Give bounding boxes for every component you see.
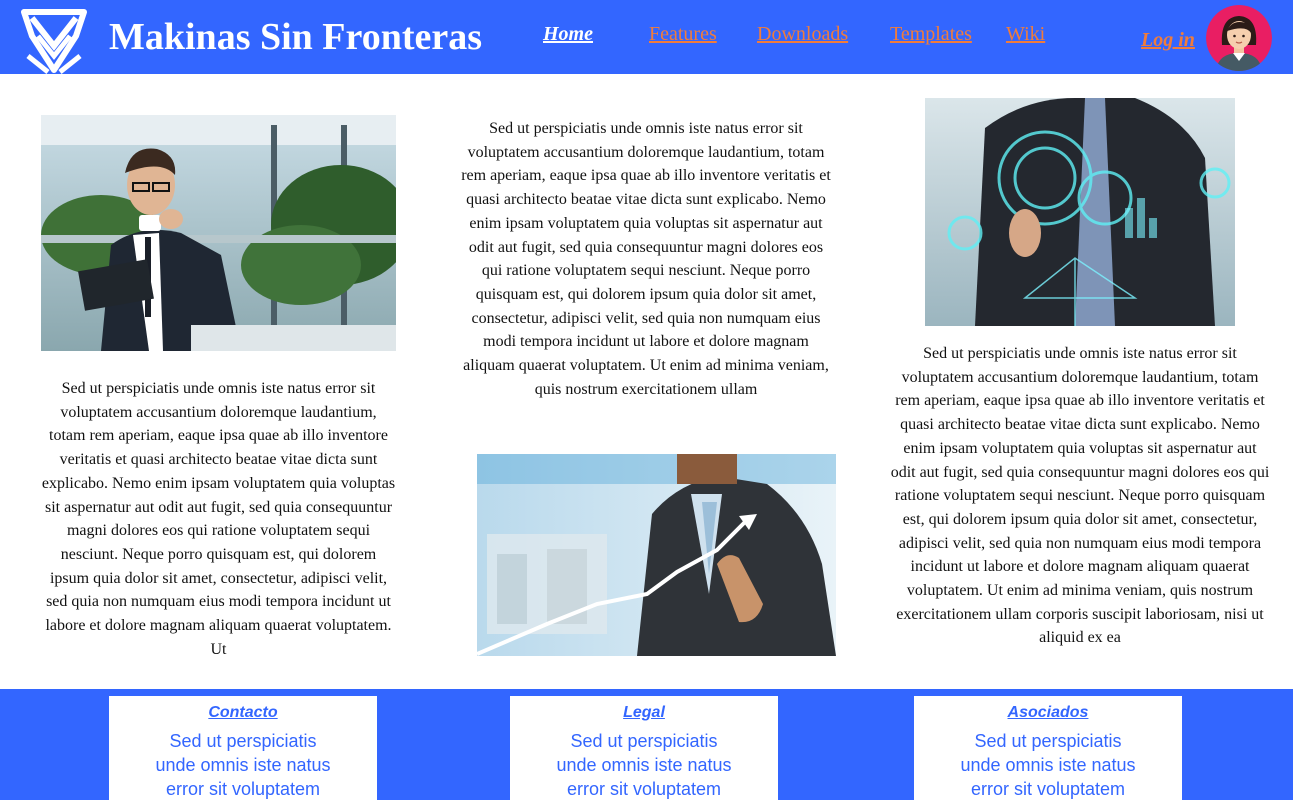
site-footer: Contacto Sed ut perspiciatis unde omnis … [0,689,1293,800]
footer-card-contacto: Contacto Sed ut perspiciatis unde omnis … [109,696,377,800]
footer-legal-link[interactable]: Legal [510,705,778,721]
businessman-coffee-photo [41,115,396,351]
nav-downloads-link[interactable]: Downloads [757,24,848,44]
login-link[interactable]: Log in [1141,30,1195,50]
footer-legal-text: Sed ut perspiciatis unde omnis iste natu… [556,731,732,799]
left-body-text: Sed ut perspiciatis unde omnis iste natu… [41,380,396,658]
nav-home-link[interactable]: Home [543,24,593,44]
nav-templates-link[interactable]: Templates [890,24,972,44]
site-logo-icon[interactable] [18,6,90,74]
site-header: Makinas Sin Fronteras Home Features Down… [0,0,1293,74]
footer-contacto-link[interactable]: Contacto [109,705,377,721]
nav-wiki-link[interactable]: Wiki [1006,24,1045,44]
businessman-growth-chart-photo [477,454,836,656]
footer-contacto-text: Sed ut perspiciatis unde omnis iste natu… [155,731,331,799]
site-title: Makinas Sin Fronteras [109,16,483,58]
footer-asociados-text: Sed ut perspiciatis unde omnis iste natu… [960,731,1136,799]
footer-asociados-link[interactable]: Asociados [914,705,1182,721]
footer-card-asociados: Asociados Sed ut perspiciatis unde omnis… [914,696,1182,800]
nav-features-link[interactable]: Features [649,24,717,44]
center-body-text: Sed ut perspiciatis unde omnis iste natu… [461,120,831,398]
user-avatar-icon[interactable] [1206,5,1272,71]
right-body-text: Sed ut perspiciatis unde omnis iste natu… [890,345,1270,647]
businessman-digital-interface-photo [925,98,1235,326]
footer-card-legal: Legal Sed ut perspiciatis unde omnis ist… [510,696,778,800]
